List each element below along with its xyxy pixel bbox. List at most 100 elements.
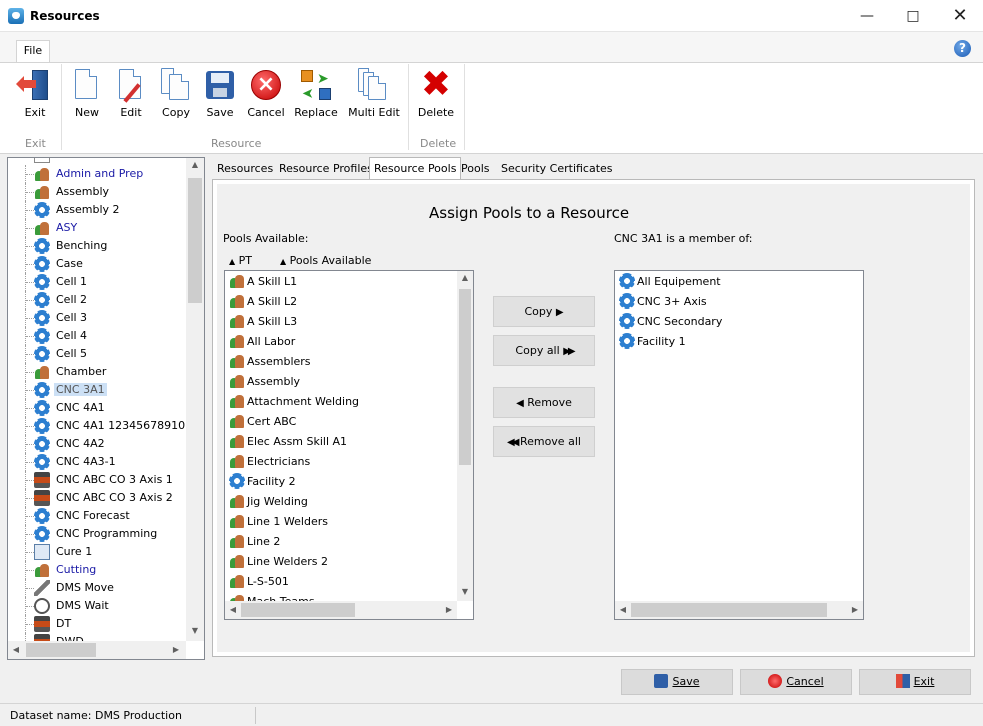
scroll-down-icon[interactable]: ▼ [457,587,473,596]
tab-resource-pools[interactable]: Resource Pools [369,157,462,179]
resource-tree[interactable]: Admin and Prep Assembly Assembly 2 ASY Bench… [7,157,205,660]
tree-item[interactable]: CNC Programming [8,525,186,543]
tree-item[interactable]: ASY [8,219,186,237]
maximize-icon[interactable]: □ [890,0,936,32]
tree-item[interactable]: Cutting [8,561,186,579]
tree-item[interactable]: DMS Move [8,579,186,597]
copy-button[interactable]: Copy [156,66,196,128]
close-icon[interactable]: ✕ [937,0,983,32]
list-item[interactable]: L-S-501 [227,571,455,591]
file-tab[interactable]: File [16,40,50,62]
available-horizontal-scrollbar[interactable]: ◀ ▶ [225,601,457,619]
new-document-icon [70,68,104,102]
scroll-down-icon[interactable]: ▼ [186,626,204,635]
remove-pool-button[interactable]: ◀ Remove [493,387,595,418]
tree-branch [26,444,34,445]
member-hscroll-thumb[interactable] [631,603,827,617]
edit-button[interactable]: Edit [112,66,150,128]
scroll-right-icon[interactable]: ▶ [849,605,861,614]
tree-item[interactable]: CNC 4A1 [8,399,186,417]
list-item[interactable]: Attachment Welding [227,391,455,411]
delete-button[interactable]: ✖ Delete [415,66,457,128]
column-header-pools-available[interactable]: ▲ Pools Available [280,254,371,267]
footer-save-button[interactable]: Save [621,669,733,695]
tree-item[interactable]: Cell 3 [8,309,186,327]
list-item[interactable]: Line 2 [227,531,455,551]
list-item[interactable]: A Skill L1 [227,271,455,291]
tree-scroll-thumb[interactable] [188,178,202,303]
tree-item[interactable]: CNC Forecast [8,507,186,525]
scroll-right-icon[interactable]: ▶ [443,605,455,614]
list-item[interactable]: CNC 3+ Axis [617,291,845,311]
list-item[interactable]: Assemblers [227,351,455,371]
list-item[interactable]: Line Welders 2 [227,551,455,571]
tree-item[interactable]: Cure 1 [8,543,186,561]
member-of-list[interactable]: All Equipement CNC 3+ Axis CNC Secondary Fa… [614,270,864,620]
tree-item[interactable]: CNC ABC CO 3 Axis 1 [8,471,186,489]
footer-exit-button[interactable]: Exit [859,669,971,695]
tree-item[interactable]: Case [8,255,186,273]
scroll-up-icon[interactable]: ▲ [457,273,473,282]
save-button[interactable]: Save [200,66,240,128]
column-header-pt[interactable]: ▲ PT [229,254,252,267]
list-item[interactable]: Electricians [227,451,455,471]
copy-all-pools-button[interactable]: Copy all ▶▶ [493,335,595,366]
list-item[interactable]: All Labor [227,331,455,351]
available-hscroll-thumb[interactable] [241,603,355,617]
pools-available-list[interactable]: A Skill L1 A Skill L2 A Skill L3 All Labor A… [224,270,474,620]
tree-item[interactable]: CNC 4A3-1 [8,453,186,471]
tree-item[interactable]: Assembly [8,183,186,201]
replace-button[interactable]: ➤ ➤ Replace [293,66,339,128]
tree-item[interactable]: Cell 2 [8,291,186,309]
tree-hscroll-thumb[interactable] [26,643,96,657]
scroll-left-icon[interactable]: ◀ [10,645,22,654]
help-icon[interactable]: ? [954,40,971,57]
tree-item[interactable]: DMS Wait [8,597,186,615]
tree-item[interactable]: CNC 4A1 12345678910111 [8,417,204,435]
cancel-button[interactable]: × Cancel [245,66,287,128]
tree-item[interactable]: CNC ABC CO 3 Axis 2 [8,489,186,507]
tree-item[interactable]: DT [8,615,186,633]
tree-item[interactable]: Admin and Prep [8,165,186,183]
scroll-left-icon[interactable]: ◀ [617,605,629,614]
footer-cancel-button[interactable]: Cancel [740,669,852,695]
tree-horizontal-scrollbar[interactable]: ◀ ▶ [8,641,186,659]
available-vertical-scrollbar[interactable]: ▲ ▼ [457,271,473,601]
tree-item[interactable]: Assembly 2 [8,201,186,219]
minimize-icon[interactable]: — [844,0,890,32]
scroll-up-icon[interactable]: ▲ [186,160,204,169]
list-item[interactable]: Facility 2 [227,471,455,491]
list-item[interactable]: All Equipement [617,271,845,291]
tree-item[interactable]: Cell 1 [8,273,186,291]
tree-item[interactable]: Benching [8,237,186,255]
tree-item[interactable]: CNC 3A1 [8,381,186,399]
tab-pools[interactable]: Pools [457,159,494,179]
list-item[interactable]: Assembly [227,371,455,391]
list-item[interactable]: Line 1 Welders [227,511,455,531]
tree-item[interactable]: Cell 4 [8,327,186,345]
tree-item[interactable]: Chamber [8,363,186,381]
scroll-right-icon[interactable]: ▶ [170,645,182,654]
tab-resource-profiles[interactable]: Resource Profiles [275,159,377,179]
copy-pool-button[interactable]: Copy ▶ [493,296,595,327]
exit-button[interactable]: Exit [14,66,56,128]
tree-item[interactable]: Cell 5 [8,345,186,363]
new-button[interactable]: New [68,66,106,128]
list-item[interactable]: A Skill L2 [227,291,455,311]
list-item[interactable]: Jig Welding [227,491,455,511]
tree-vertical-scrollbar[interactable]: ▲ ▼ [186,158,204,641]
list-item[interactable]: CNC Secondary [617,311,845,331]
list-item[interactable]: Cert ABC [227,411,455,431]
member-horizontal-scrollbar[interactable]: ◀ ▶ [615,601,863,619]
scroll-left-icon[interactable]: ◀ [227,605,239,614]
available-scroll-thumb[interactable] [459,289,471,465]
remove-all-pools-button[interactable]: ◀◀ Remove all [493,426,595,457]
multi-edit-button[interactable]: Multi Edit [346,66,402,128]
tab-security-certificates[interactable]: Security Certificates [497,159,617,179]
list-item[interactable]: Facility 1 [617,331,845,351]
tab-resources[interactable]: Resources [213,159,277,179]
double-arrow-left-icon: ◀◀ [507,437,520,448]
list-item[interactable]: A Skill L3 [227,311,455,331]
list-item[interactable]: Elec Assm Skill A1 [227,431,455,451]
tree-item[interactable]: CNC 4A2 [8,435,186,453]
